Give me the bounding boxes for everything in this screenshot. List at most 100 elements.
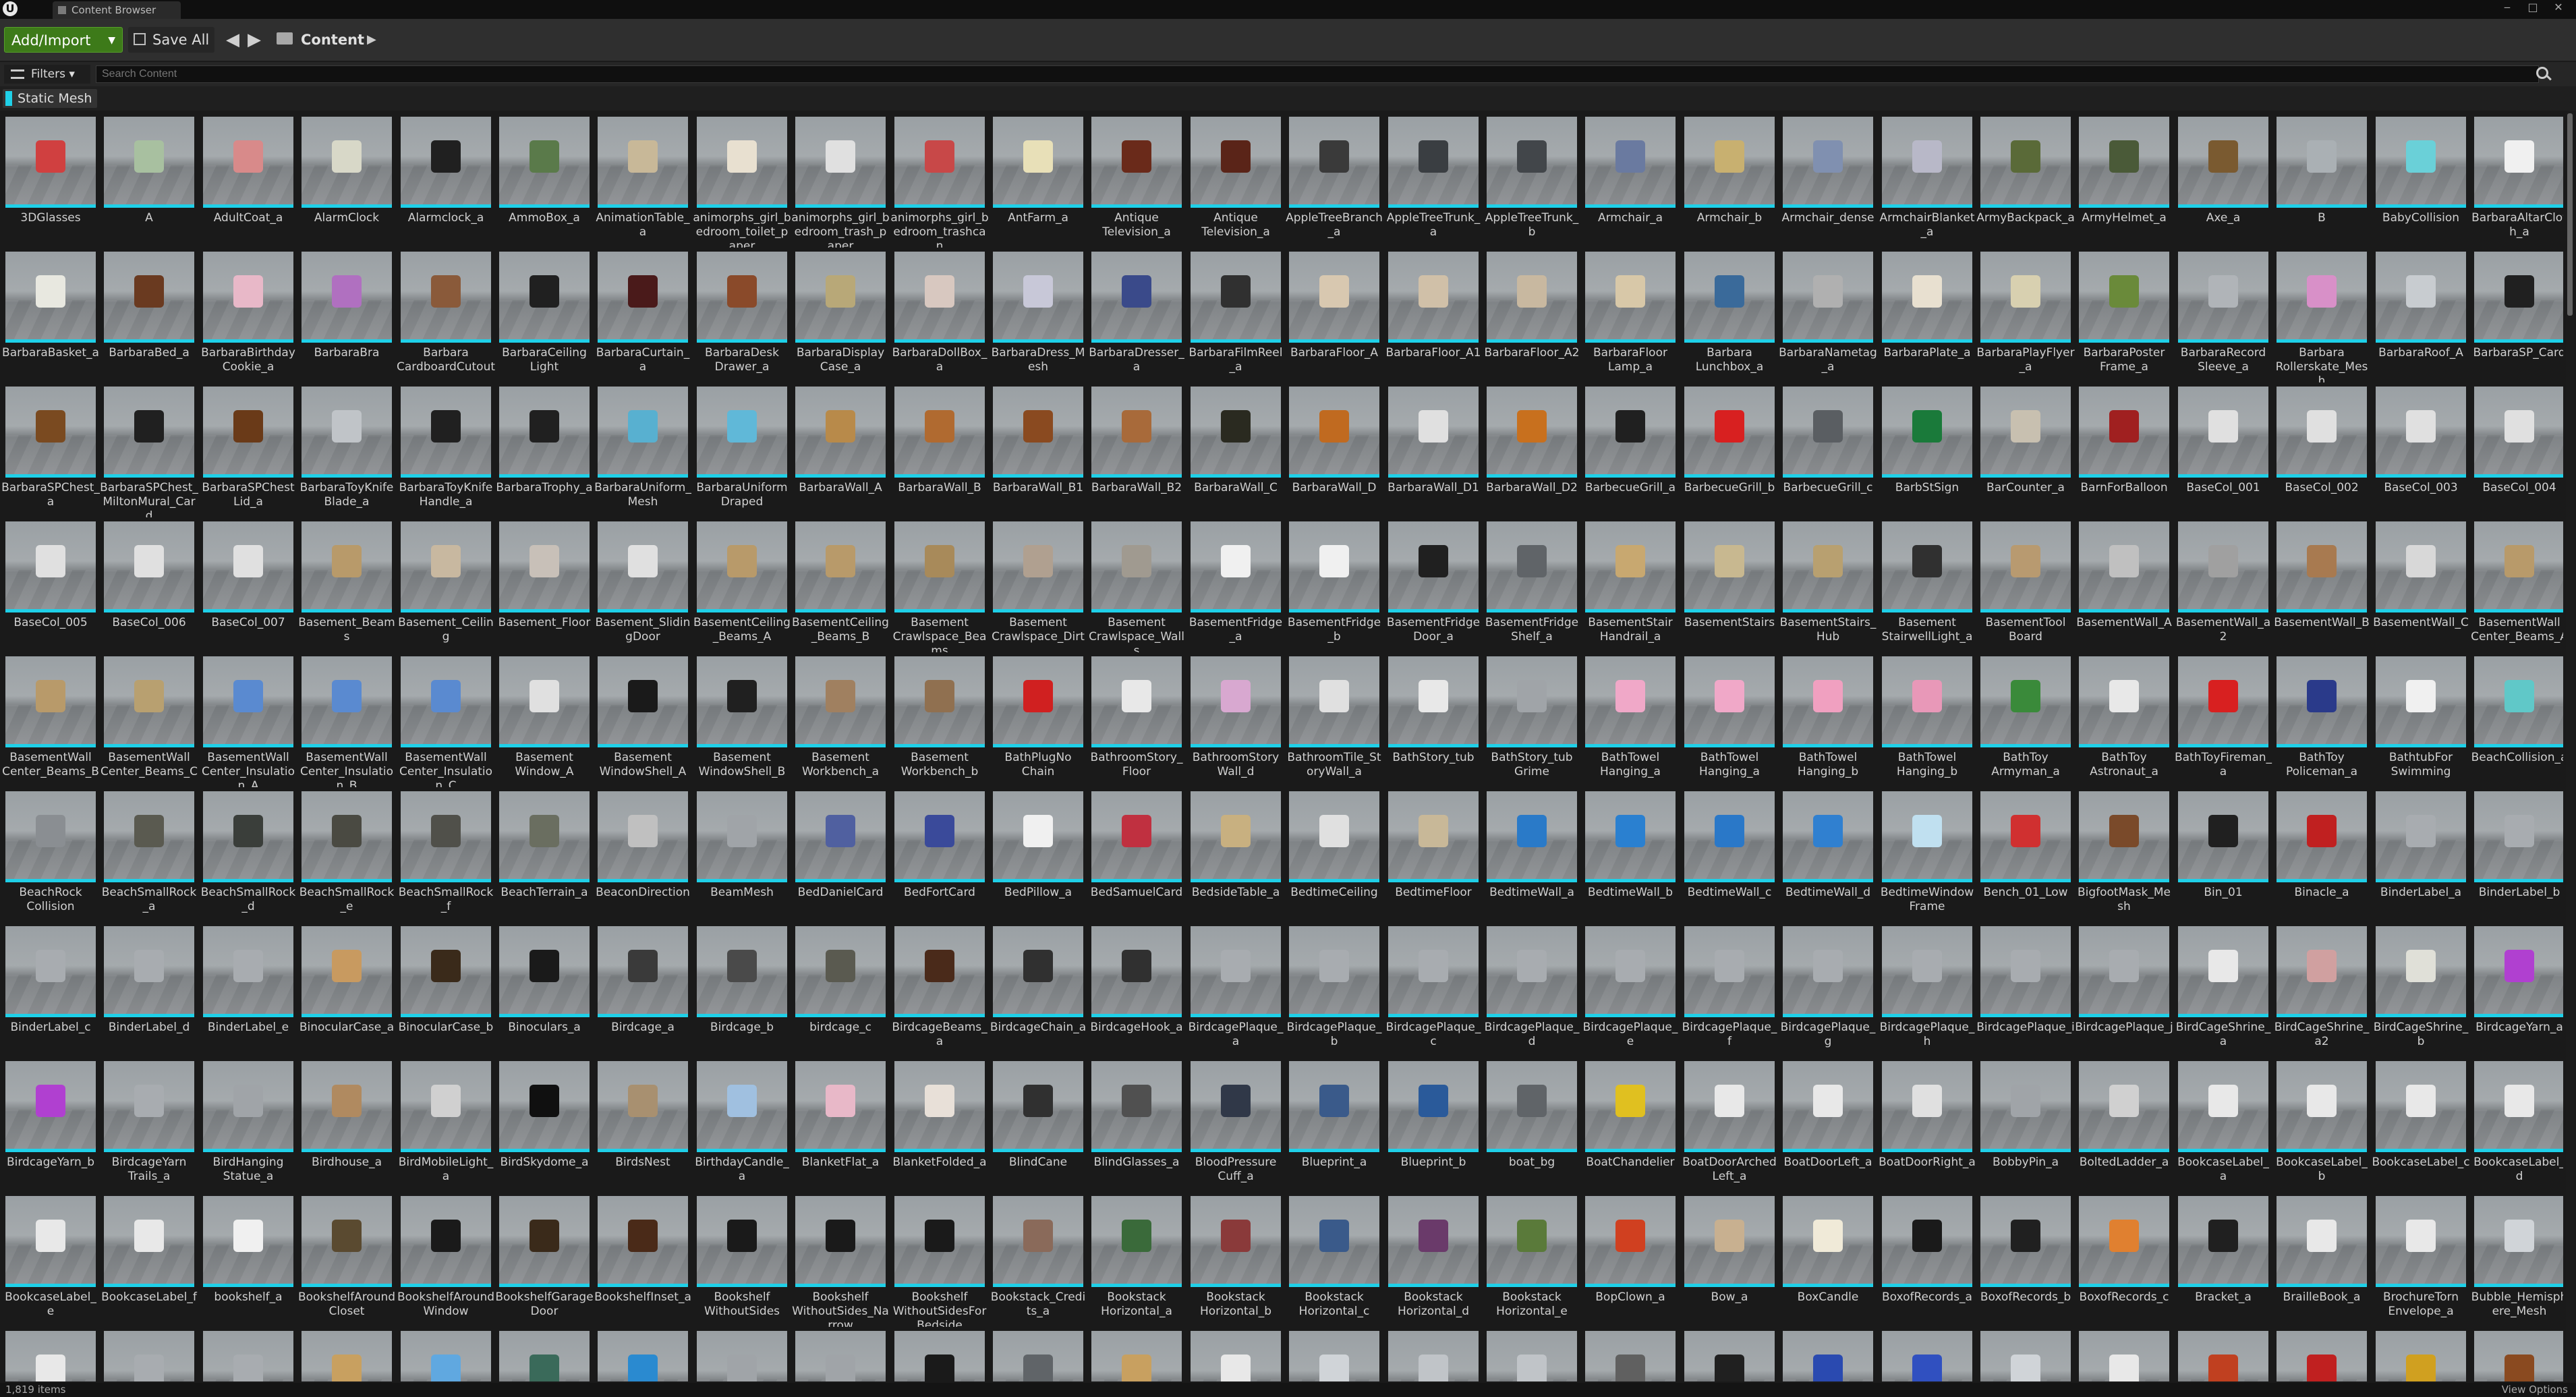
asset-tile[interactable]: BarbaraWall_B2	[1087, 387, 1186, 517]
asset-tile[interactable]: BirthdayCandle_a	[693, 1061, 791, 1192]
asset-tile[interactable]: BathToy Astronaut_a	[2075, 656, 2173, 787]
asset-tile[interactable]: Bow_a	[1680, 1196, 1779, 1327]
asset-tile[interactable]: Birdcage_a	[594, 926, 692, 1057]
asset-tile[interactable]: BobbyPin_a	[1976, 1061, 2075, 1192]
asset-tile[interactable]: BookcaseLabel_c	[2372, 1061, 2470, 1192]
asset-tile[interactable]: BrailleBook_a	[2272, 1196, 2371, 1327]
asset-tile[interactable]: BirdcagePlaque_b	[1285, 926, 1383, 1057]
asset-tile[interactable]	[2272, 1331, 2371, 1381]
asset-tile[interactable]: BarbaraPlate_a	[1878, 252, 1976, 382]
asset-tile[interactable]: AmmoBox_a	[495, 117, 594, 248]
asset-tile[interactable]: BathTowel Hanging_b	[1779, 656, 1877, 787]
asset-tile[interactable]: BookcaseLabel_b	[2272, 1061, 2371, 1192]
back-button[interactable]: ◀	[223, 28, 243, 51]
asset-tile[interactable]: BirdcageYarn_a	[2470, 926, 2563, 1057]
asset-tile[interactable]	[890, 1331, 989, 1381]
asset-tile[interactable]: animorphs_girl_bedroom_trashcan	[890, 117, 989, 248]
asset-tile[interactable]: BirdHanging Statue_a	[199, 1061, 297, 1192]
asset-tile[interactable]: Antique Television_a	[1087, 117, 1186, 248]
asset-tile[interactable]: Bookshelf WithoutSidesFor Bedside	[890, 1196, 989, 1327]
asset-tile[interactable]: BoxofRecords_a	[1878, 1196, 1976, 1327]
asset-tile[interactable]: BathStory_tub Grime	[1483, 656, 1581, 787]
asset-tile[interactable]: BarbaraSPChest Lid_a	[199, 387, 297, 517]
asset-tile[interactable]: BarbaraWall_D2	[1483, 387, 1581, 517]
asset-tile[interactable]	[495, 1331, 594, 1381]
asset-tile[interactable]	[989, 1331, 1087, 1381]
asset-tile[interactable]: Basement Crawlspace_Walls	[1087, 521, 1186, 652]
maximize-button[interactable]: □	[2521, 0, 2544, 16]
asset-tile[interactable]: BasementWall_C	[2372, 521, 2470, 652]
asset-tile[interactable]: BarnForBalloon	[2075, 387, 2173, 517]
asset-tile[interactable]: Axe_a	[2174, 117, 2272, 248]
asset-tile[interactable]: BedtimeWall_a	[1483, 791, 1581, 922]
asset-tile[interactable]: Blueprint_a	[1285, 1061, 1383, 1192]
asset-tile[interactable]: BarbaraWall_B1	[989, 387, 1087, 517]
forward-button[interactable]: ▶	[244, 28, 264, 51]
asset-tile[interactable]: BarbaraBasket_a	[1, 252, 100, 382]
filter-chip-static-mesh[interactable]: Static Mesh	[3, 89, 97, 108]
asset-tile[interactable]: BarbaraFloor Lamp_a	[1581, 252, 1680, 382]
asset-tile[interactable]: Armchair_b	[1680, 117, 1779, 248]
asset-tile[interactable]: BarbaraSP_Card	[2470, 252, 2563, 382]
view-options-button[interactable]: View Options	[2502, 1383, 2568, 1397]
asset-tile[interactable]: Bookstack Horizontal_e	[1483, 1196, 1581, 1327]
asset-tile[interactable]: BarbaraBirthdayCookie_a	[199, 252, 297, 382]
asset-tile[interactable]: BoxofRecords_c	[2075, 1196, 2173, 1327]
asset-tile[interactable]: BeachTerrain_a	[495, 791, 594, 922]
asset-tile[interactable]: BeachCollision_a	[2470, 656, 2563, 787]
asset-tile[interactable]: BaseCol_002	[2272, 387, 2371, 517]
asset-tile[interactable]: Basement StairwellLight_a	[1878, 521, 1976, 652]
asset-tile[interactable]: BirdcageChain_a	[989, 926, 1087, 1057]
asset-tile[interactable]: Basement_Ceiling	[397, 521, 495, 652]
asset-tile[interactable]: BirdcageBeams_a	[890, 926, 989, 1057]
asset-tile[interactable]: BirdMobileLight_a	[397, 1061, 495, 1192]
asset-tile[interactable]: Barbara Lunchbox_a	[1680, 252, 1779, 382]
asset-tile[interactable]: BinocularCase_b	[397, 926, 495, 1057]
asset-tile[interactable]: BookshelfInset_a	[594, 1196, 692, 1327]
asset-tile[interactable]: BinderLabel_d	[100, 926, 198, 1057]
asset-tile[interactable]: BarbaraWall_C	[1186, 387, 1285, 517]
asset-tile[interactable]: Bookstack Horizontal_c	[1285, 1196, 1383, 1327]
asset-tile[interactable]	[1483, 1331, 1581, 1381]
asset-tile[interactable]: BirdcagePlaque_i	[1976, 926, 2075, 1057]
asset-tile[interactable]: BookcaseLabel_f	[100, 1196, 198, 1327]
asset-tile[interactable]: BirdcagePlaque_f	[1680, 926, 1779, 1057]
asset-tile[interactable]: BathroomStory_Floor	[1087, 656, 1186, 787]
asset-tile[interactable]: BedDanielCard	[791, 791, 890, 922]
asset-tile[interactable]: AnimationTable_a	[594, 117, 692, 248]
asset-tile[interactable]: BaseCol_003	[2372, 387, 2470, 517]
asset-tile[interactable]: Binoculars_a	[495, 926, 594, 1057]
asset-tile[interactable]: BabyCollision	[2372, 117, 2470, 248]
asset-tile[interactable]: BoxofRecords_b	[1976, 1196, 2075, 1327]
asset-tile[interactable]: BarbaraFloor_A1	[1384, 252, 1483, 382]
asset-tile[interactable]: BaseCol_004	[2470, 387, 2563, 517]
asset-tile[interactable]: BarbaraWall_B	[890, 387, 989, 517]
asset-tile[interactable]: Bookstack_Credits_a	[989, 1196, 1087, 1327]
asset-tile[interactable]	[1976, 1331, 2075, 1381]
asset-tile[interactable]	[693, 1331, 791, 1381]
asset-tile[interactable]: BasementFridge Door_a	[1384, 521, 1483, 652]
asset-tile[interactable]: BasementStairs	[1680, 521, 1779, 652]
asset-tile[interactable]: BarbecueGrill_a	[1581, 387, 1680, 517]
scrollbar-thumb[interactable]	[2567, 113, 2573, 316]
asset-tile[interactable]: BlanketFolded_a	[890, 1061, 989, 1192]
asset-tile[interactable]	[1, 1331, 100, 1381]
asset-tile[interactable]: BasementFridge Shelf_a	[1483, 521, 1581, 652]
asset-tile[interactable]: Bookstack Horizontal_b	[1186, 1196, 1285, 1327]
asset-tile[interactable]	[297, 1331, 396, 1381]
asset-tile[interactable]: BarbaraUniform Draped	[693, 387, 791, 517]
asset-tile[interactable]: BaseCol_005	[1, 521, 100, 652]
asset-tile[interactable]: animorphs_girl_bedroom_toilet_paper	[693, 117, 791, 248]
asset-tile[interactable]: BasementWall Center_Insulation_A	[199, 656, 297, 787]
asset-tile[interactable]: Alarmclock_a	[397, 117, 495, 248]
asset-tile[interactable]: BookshelfAround Window	[397, 1196, 495, 1327]
asset-tile[interactable]: BarbaraWall_D	[1285, 387, 1383, 517]
asset-tile[interactable]: BasementWall Center_Insulation_B	[297, 656, 396, 787]
asset-tile[interactable]: BarbaraToyKnife Blade_a	[297, 387, 396, 517]
asset-tile[interactable]: Bin_01	[2174, 791, 2272, 922]
asset-tile[interactable]: BasementStairs_Hub	[1779, 521, 1877, 652]
asset-tile[interactable]	[1779, 1331, 1877, 1381]
asset-tile[interactable]: BathTowel Hanging_a	[1680, 656, 1779, 787]
asset-tile[interactable]: BarbaraFloor_A2	[1483, 252, 1581, 382]
asset-tile[interactable]: Bookshelf WithoutSides	[693, 1196, 791, 1327]
